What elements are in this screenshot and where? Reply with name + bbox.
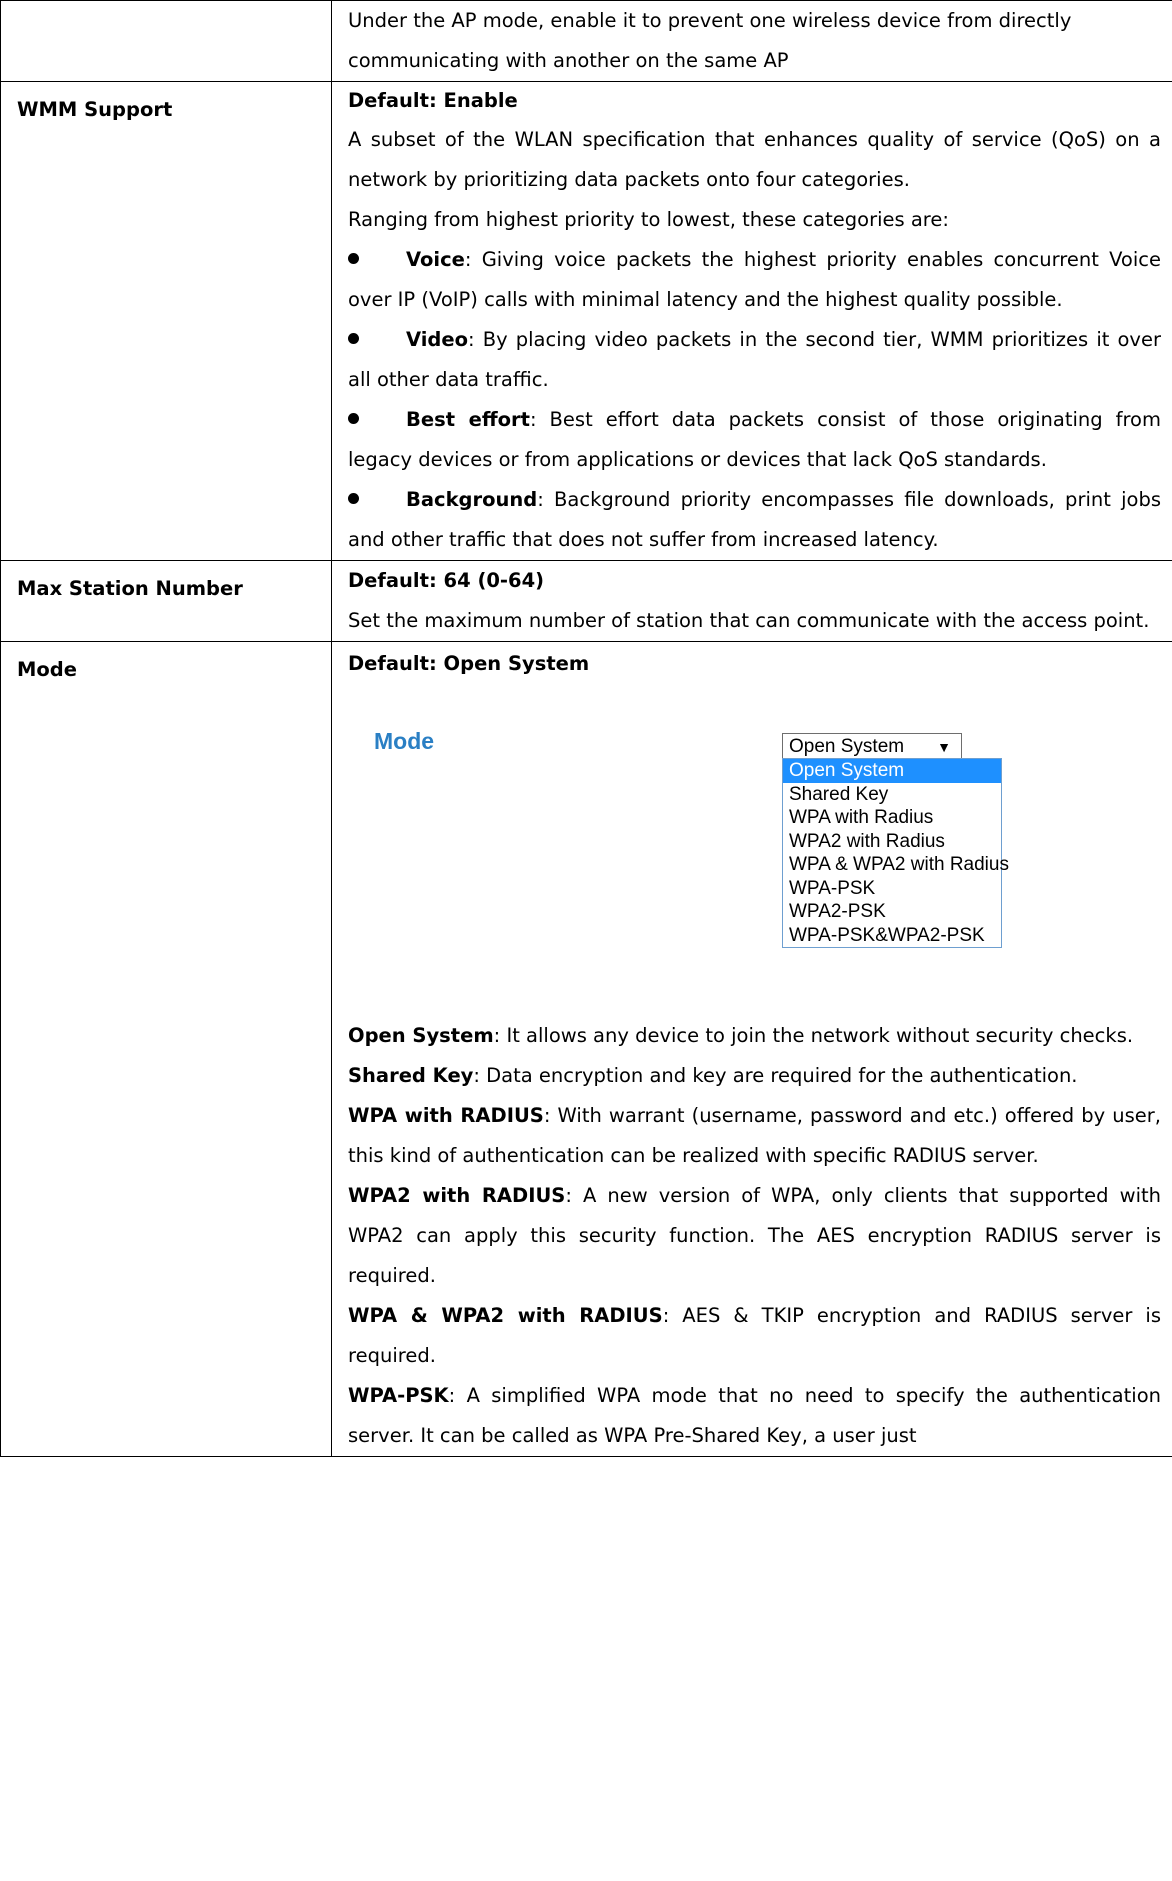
mode-options-list: Open System Shared Key WPA with Radius W…: [782, 758, 1009, 948]
bullet-icon: [348, 413, 359, 424]
bullet-item: Best effort: Best effort data packets co…: [348, 408, 1161, 471]
bullet-icon: [348, 493, 359, 504]
table-row: WMM Support Default: Enable A subset of …: [0, 81, 1172, 561]
mode-option[interactable]: Open System: [783, 759, 1001, 783]
mode-option[interactable]: WPA-PSK: [783, 877, 1001, 901]
mode-desc-item: WPA2 with RADIUS: A new version of WPA, …: [348, 1184, 1161, 1287]
mode-option[interactable]: WPA & WPA2 with Radius: [783, 853, 1009, 877]
screenshot-mode-label: Mode: [374, 728, 435, 754]
mode-dropdown-screenshot: Mode Open System ▼ Open System Shared Ke…: [348, 686, 1161, 1016]
default-value: Default: Open System: [348, 652, 590, 675]
mode-desc-item: Shared Key: Data encryption and key are …: [348, 1064, 1078, 1087]
table-row: Under the AP mode, enable it to prevent …: [0, 0, 1172, 82]
bullet-item: Voice: Giving voice packets the highest …: [348, 248, 1161, 311]
param-name-mode: Mode: [17, 658, 77, 681]
desc-line: Under the AP mode, enable it to prevent …: [348, 9, 1072, 32]
mode-option[interactable]: WPA with Radius: [783, 806, 1001, 830]
mode-option[interactable]: WPA2-PSK: [783, 900, 1001, 924]
table-row: Max Station Number Default: 64 (0-64) Se…: [0, 560, 1172, 642]
default-value: Default: 64 (0-64): [348, 569, 545, 592]
mode-desc-item: Open System: It allows any device to joi…: [348, 1024, 1134, 1047]
param-desc-cell: Under the AP mode, enable it to prevent …: [331, 0, 1172, 82]
desc-line: communicating with another on the same A…: [348, 49, 789, 72]
dropdown-arrow-icon: ▼: [937, 739, 951, 755]
bullet-icon: [348, 253, 359, 264]
default-value: Default: Enable: [348, 89, 518, 112]
mode-desc-item: WPA with RADIUS: With warrant (username,…: [348, 1104, 1161, 1167]
bullet-item: Video: By placing video packets in the s…: [348, 328, 1161, 391]
mode-select[interactable]: Open System ▼: [782, 733, 962, 759]
mode-desc-item: WPA-PSK: A simplified WPA mode that no n…: [348, 1384, 1161, 1447]
param-name: [1, 1, 331, 15]
mode-desc-item: WPA & WPA2 with RADIUS: AES & TKIP encry…: [348, 1304, 1162, 1367]
param-name-wmm: WMM Support: [17, 98, 173, 121]
param-name-max-station: Max Station Number: [17, 577, 243, 600]
mode-option[interactable]: WPA2 with Radius: [783, 830, 1001, 854]
desc-text: Ranging from highest priority to lowest,…: [348, 208, 949, 231]
table-row: Mode Default: Open System Mode Open Syst…: [0, 641, 1172, 1457]
mode-option[interactable]: WPA-PSK&WPA2-PSK: [783, 924, 1001, 948]
param-name-cell: [0, 0, 332, 82]
bullet-item: Background: Background priority encompas…: [348, 488, 1161, 551]
parameter-table: Under the AP mode, enable it to prevent …: [0, 0, 1172, 1457]
bullet-icon: [348, 333, 359, 344]
desc-text: A subset of the WLAN specification that …: [348, 128, 1161, 191]
desc-text: Set the maximum number of station that c…: [348, 609, 1150, 632]
mode-option[interactable]: Shared Key: [783, 783, 1001, 807]
